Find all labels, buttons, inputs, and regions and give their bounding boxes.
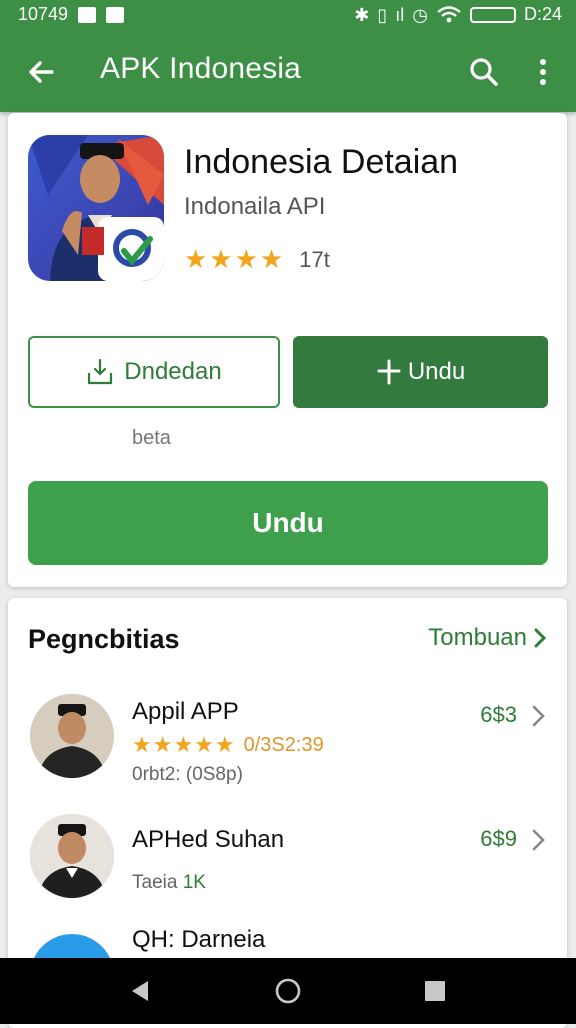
- primary-action-label: Undu: [407, 358, 466, 385]
- chevron-right-icon: [532, 829, 545, 851]
- download-icon: [88, 358, 113, 385]
- rating-stars: ★★★★: [184, 244, 286, 274]
- item-title: APHed Suhan: [132, 826, 285, 853]
- checkbox-notification-icon: [106, 6, 125, 23]
- avatar: [30, 694, 114, 778]
- status-bar: 10749 ✱ ▯ ıl ◷ D:24: [0, 0, 576, 30]
- item-subtitle-count: 1K: [182, 872, 206, 893]
- search-icon[interactable]: [464, 52, 504, 92]
- notification-icon: [78, 6, 97, 23]
- item-stars: ★★★★★: [132, 732, 236, 757]
- app-title: APK Indonesia: [100, 52, 302, 85]
- app-icon: [28, 135, 164, 281]
- secondary-action-label: Dndedan: [124, 358, 222, 385]
- status-left: 10749: [18, 4, 125, 25]
- list-item[interactable]: APHed Suhan Taeia 1K 6$9: [8, 808, 567, 918]
- see-more-link[interactable]: Tombuan: [428, 624, 547, 652]
- list-item[interactable]: Appil APP ★★★★★ 0/3S2:39 0rbt2: (0S8p) 6…: [8, 688, 567, 798]
- app-developer[interactable]: Indonaila API: [184, 193, 325, 221]
- arrow-back-icon[interactable]: [22, 52, 62, 92]
- status-time-left: 10749: [18, 4, 69, 24]
- item-subtitle: 0rbt2: (0S8p): [132, 764, 243, 785]
- install-button-label: Undu: [252, 507, 324, 538]
- toolbar: APK Indonesia: [0, 30, 576, 112]
- section-title: Pegncbitias: [28, 624, 180, 654]
- nav-back-icon[interactable]: [126, 976, 156, 1006]
- rating-count: 17t: [299, 246, 330, 272]
- signal-icon: ıl: [395, 4, 405, 25]
- avatar-image: [30, 814, 114, 898]
- see-more-label: Tombuan: [428, 624, 527, 651]
- app-detail-card: Indonesia Detaian Indonaila API ★★★★ 17t…: [8, 113, 567, 587]
- item-title: QH: Darneia: [132, 926, 266, 953]
- chevron-right-icon: [532, 705, 545, 727]
- status-right: ✱ ▯ ıl ◷ D:24: [354, 4, 562, 25]
- vibrate-icon: ▯: [377, 4, 388, 25]
- rating-row: ★★★★ 17t: [184, 244, 330, 275]
- battery-icon: [469, 6, 516, 23]
- bluetooth-icon: ✱: [354, 4, 370, 25]
- app-bar: 10749 ✱ ▯ ıl ◷ D:24 APK Indonesia: [0, 0, 576, 112]
- navigation-bar: [0, 958, 576, 1024]
- chevron-right-icon: [534, 628, 547, 648]
- beta-label: beta: [132, 427, 171, 449]
- avatar: [30, 814, 114, 898]
- app-name: Indonesia Detaian: [184, 143, 459, 181]
- item-price: 6$3: [480, 702, 517, 727]
- item-rating: ★★★★★ 0/3S2:39: [132, 732, 324, 758]
- install-button[interactable]: Undu: [28, 481, 548, 565]
- avatar-image: [30, 694, 114, 778]
- item-price: 6$9: [480, 826, 517, 851]
- app-icon-artwork: [28, 135, 164, 281]
- alarm-icon: ◷: [412, 4, 428, 25]
- nav-home-icon[interactable]: [273, 976, 303, 1006]
- secondary-action-button[interactable]: Dndedan: [28, 336, 280, 408]
- item-subtitle-text: Taeia: [132, 872, 183, 893]
- plus-icon: [377, 359, 401, 385]
- wifi-icon: [437, 5, 461, 22]
- item-score: 0/3S2:39: [243, 733, 324, 756]
- item-subtitle: Taeia 1K: [132, 872, 206, 894]
- primary-action-button[interactable]: Undu: [293, 336, 548, 408]
- more-vert-icon[interactable]: [528, 52, 558, 92]
- nav-recents-icon[interactable]: [420, 976, 450, 1006]
- item-title: Appil APP: [132, 698, 239, 725]
- status-time: D:24: [523, 4, 562, 24]
